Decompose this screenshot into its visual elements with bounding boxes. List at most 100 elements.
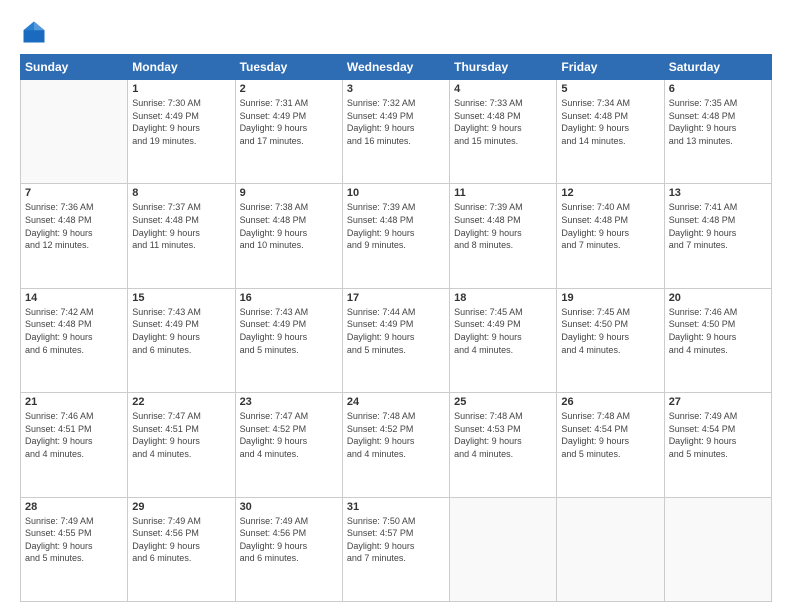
day-info: Sunrise: 7:39 AM Sunset: 4:48 PM Dayligh… <box>454 201 552 251</box>
day-cell: 9Sunrise: 7:38 AM Sunset: 4:48 PM Daylig… <box>235 184 342 288</box>
day-number: 14 <box>25 292 123 304</box>
day-number: 10 <box>347 187 445 199</box>
day-cell: 26Sunrise: 7:48 AM Sunset: 4:54 PM Dayli… <box>557 393 664 497</box>
day-cell: 12 Sunrise: 7:40 AM Sunset: 4:48 PM Dayli… <box>557 184 664 288</box>
day-cell: 7 Sunrise: 7:36 AM Sunset: 4:48 PM Daylig… <box>21 184 128 288</box>
day-info: Sunrise: 7:35 AM Sunset: 4:48 PM Dayligh… <box>669 97 767 147</box>
day-info: Sunrise: 7:48 AM Sunset: 4:52 PM Dayligh… <box>347 410 445 460</box>
day-info: Sunrise: 7:40 AM Sunset: 4:48 PM Dayligh… <box>561 201 659 251</box>
day-cell <box>664 497 771 601</box>
day-cell <box>21 80 128 184</box>
day-number: 8 <box>132 187 230 199</box>
week-row-2: 7 Sunrise: 7:36 AM Sunset: 4:48 PM Daylig… <box>21 184 772 288</box>
day-number: 26 <box>561 396 659 408</box>
day-number: 21 <box>25 396 123 408</box>
col-header-saturday: Saturday <box>664 55 771 80</box>
day-cell: 8Sunrise: 7:37 AM Sunset: 4:48 PM Daylig… <box>128 184 235 288</box>
day-number: 20 <box>669 292 767 304</box>
day-number: 3 <box>347 83 445 95</box>
col-header-monday: Monday <box>128 55 235 80</box>
day-cell: 16Sunrise: 7:43 AM Sunset: 4:49 PM Dayli… <box>235 288 342 392</box>
day-cell: 4Sunrise: 7:33 AM Sunset: 4:48 PM Daylig… <box>450 80 557 184</box>
logo-icon <box>20 18 48 46</box>
day-number: 12 <box>561 187 659 199</box>
day-info: Sunrise: 7:47 AM Sunset: 4:52 PM Dayligh… <box>240 410 338 460</box>
day-number: 6 <box>669 83 767 95</box>
day-info: Sunrise: 7:32 AM Sunset: 4:49 PM Dayligh… <box>347 97 445 147</box>
calendar-body: 1 Sunrise: 7:30 AM Sunset: 4:49 PM Daylig… <box>21 80 772 602</box>
week-row-5: 28 Sunrise: 7:49 AM Sunset: 4:55 PM Dayli… <box>21 497 772 601</box>
day-info: Sunrise: 7:33 AM Sunset: 4:48 PM Dayligh… <box>454 97 552 147</box>
day-info: Sunrise: 7:42 AM Sunset: 4:48 PM Dayligh… <box>25 306 123 356</box>
day-info: Sunrise: 7:45 AM Sunset: 4:50 PM Dayligh… <box>561 306 659 356</box>
day-number: 7 <box>25 187 123 199</box>
week-row-1: 1 Sunrise: 7:30 AM Sunset: 4:49 PM Daylig… <box>21 80 772 184</box>
day-number: 29 <box>132 501 230 513</box>
day-info: Sunrise: 7:46 AM Sunset: 4:51 PM Dayligh… <box>25 410 123 460</box>
day-cell: 24 Sunrise: 7:48 AM Sunset: 4:52 PM Dayli… <box>342 393 449 497</box>
day-number: 28 <box>25 501 123 513</box>
day-info: Sunrise: 7:43 AM Sunset: 4:49 PM Dayligh… <box>240 306 338 356</box>
day-cell: 2Sunrise: 7:31 AM Sunset: 4:49 PM Daylig… <box>235 80 342 184</box>
day-info: Sunrise: 7:41 AM Sunset: 4:48 PM Dayligh… <box>669 201 767 251</box>
day-cell: 22Sunrise: 7:47 AM Sunset: 4:51 PM Dayli… <box>128 393 235 497</box>
day-number: 1 <box>132 83 230 95</box>
day-cell: 21 Sunrise: 7:46 AM Sunset: 4:51 PM Dayli… <box>21 393 128 497</box>
day-info: Sunrise: 7:43 AM Sunset: 4:49 PM Dayligh… <box>132 306 230 356</box>
calendar-header: SundayMondayTuesdayWednesdayThursdayFrid… <box>21 55 772 80</box>
day-cell: 14 Sunrise: 7:42 AM Sunset: 4:48 PM Dayli… <box>21 288 128 392</box>
day-info: Sunrise: 7:31 AM Sunset: 4:49 PM Dayligh… <box>240 97 338 147</box>
day-cell: 13 Sunrise: 7:41 AM Sunset: 4:48 PM Dayli… <box>664 184 771 288</box>
day-cell: 17 Sunrise: 7:44 AM Sunset: 4:49 PM Dayli… <box>342 288 449 392</box>
day-info: Sunrise: 7:45 AM Sunset: 4:49 PM Dayligh… <box>454 306 552 356</box>
day-info: Sunrise: 7:34 AM Sunset: 4:48 PM Dayligh… <box>561 97 659 147</box>
page: SundayMondayTuesdayWednesdayThursdayFrid… <box>0 0 792 612</box>
day-number: 5 <box>561 83 659 95</box>
day-cell: 3 Sunrise: 7:32 AM Sunset: 4:49 PM Daylig… <box>342 80 449 184</box>
day-cell: 5 Sunrise: 7:34 AM Sunset: 4:48 PM Daylig… <box>557 80 664 184</box>
day-cell <box>450 497 557 601</box>
day-info: Sunrise: 7:49 AM Sunset: 4:56 PM Dayligh… <box>240 515 338 565</box>
day-number: 23 <box>240 396 338 408</box>
day-cell: 19 Sunrise: 7:45 AM Sunset: 4:50 PM Dayli… <box>557 288 664 392</box>
day-cell: 10 Sunrise: 7:39 AM Sunset: 4:48 PM Dayli… <box>342 184 449 288</box>
day-number: 24 <box>347 396 445 408</box>
day-cell: 28 Sunrise: 7:49 AM Sunset: 4:55 PM Dayli… <box>21 497 128 601</box>
week-row-4: 21 Sunrise: 7:46 AM Sunset: 4:51 PM Dayli… <box>21 393 772 497</box>
week-row-3: 14 Sunrise: 7:42 AM Sunset: 4:48 PM Dayli… <box>21 288 772 392</box>
col-header-sunday: Sunday <box>21 55 128 80</box>
header <box>20 18 772 46</box>
day-info: Sunrise: 7:50 AM Sunset: 4:57 PM Dayligh… <box>347 515 445 565</box>
day-cell: 6 Sunrise: 7:35 AM Sunset: 4:48 PM Daylig… <box>664 80 771 184</box>
day-number: 17 <box>347 292 445 304</box>
day-cell: 23 Sunrise: 7:47 AM Sunset: 4:52 PM Dayli… <box>235 393 342 497</box>
day-number: 19 <box>561 292 659 304</box>
day-cell: 25Sunrise: 7:48 AM Sunset: 4:53 PM Dayli… <box>450 393 557 497</box>
day-cell: 20 Sunrise: 7:46 AM Sunset: 4:50 PM Dayli… <box>664 288 771 392</box>
day-info: Sunrise: 7:36 AM Sunset: 4:48 PM Dayligh… <box>25 201 123 251</box>
day-info: Sunrise: 7:49 AM Sunset: 4:55 PM Dayligh… <box>25 515 123 565</box>
day-number: 30 <box>240 501 338 513</box>
logo <box>20 18 52 46</box>
header-row: SundayMondayTuesdayWednesdayThursdayFrid… <box>21 55 772 80</box>
day-info: Sunrise: 7:46 AM Sunset: 4:50 PM Dayligh… <box>669 306 767 356</box>
day-cell: 31Sunrise: 7:50 AM Sunset: 4:57 PM Dayli… <box>342 497 449 601</box>
calendar: SundayMondayTuesdayWednesdayThursdayFrid… <box>20 54 772 602</box>
day-info: Sunrise: 7:47 AM Sunset: 4:51 PM Dayligh… <box>132 410 230 460</box>
day-number: 11 <box>454 187 552 199</box>
day-cell: 18Sunrise: 7:45 AM Sunset: 4:49 PM Dayli… <box>450 288 557 392</box>
day-cell <box>557 497 664 601</box>
day-cell: 11 Sunrise: 7:39 AM Sunset: 4:48 PM Dayli… <box>450 184 557 288</box>
col-header-tuesday: Tuesday <box>235 55 342 80</box>
day-number: 13 <box>669 187 767 199</box>
day-cell: 29Sunrise: 7:49 AM Sunset: 4:56 PM Dayli… <box>128 497 235 601</box>
day-cell: 15Sunrise: 7:43 AM Sunset: 4:49 PM Dayli… <box>128 288 235 392</box>
day-number: 27 <box>669 396 767 408</box>
day-info: Sunrise: 7:49 AM Sunset: 4:54 PM Dayligh… <box>669 410 767 460</box>
day-info: Sunrise: 7:30 AM Sunset: 4:49 PM Dayligh… <box>132 97 230 147</box>
day-cell: 1 Sunrise: 7:30 AM Sunset: 4:49 PM Daylig… <box>128 80 235 184</box>
day-cell: 27 Sunrise: 7:49 AM Sunset: 4:54 PM Dayli… <box>664 393 771 497</box>
day-number: 9 <box>240 187 338 199</box>
day-info: Sunrise: 7:44 AM Sunset: 4:49 PM Dayligh… <box>347 306 445 356</box>
day-info: Sunrise: 7:39 AM Sunset: 4:48 PM Dayligh… <box>347 201 445 251</box>
